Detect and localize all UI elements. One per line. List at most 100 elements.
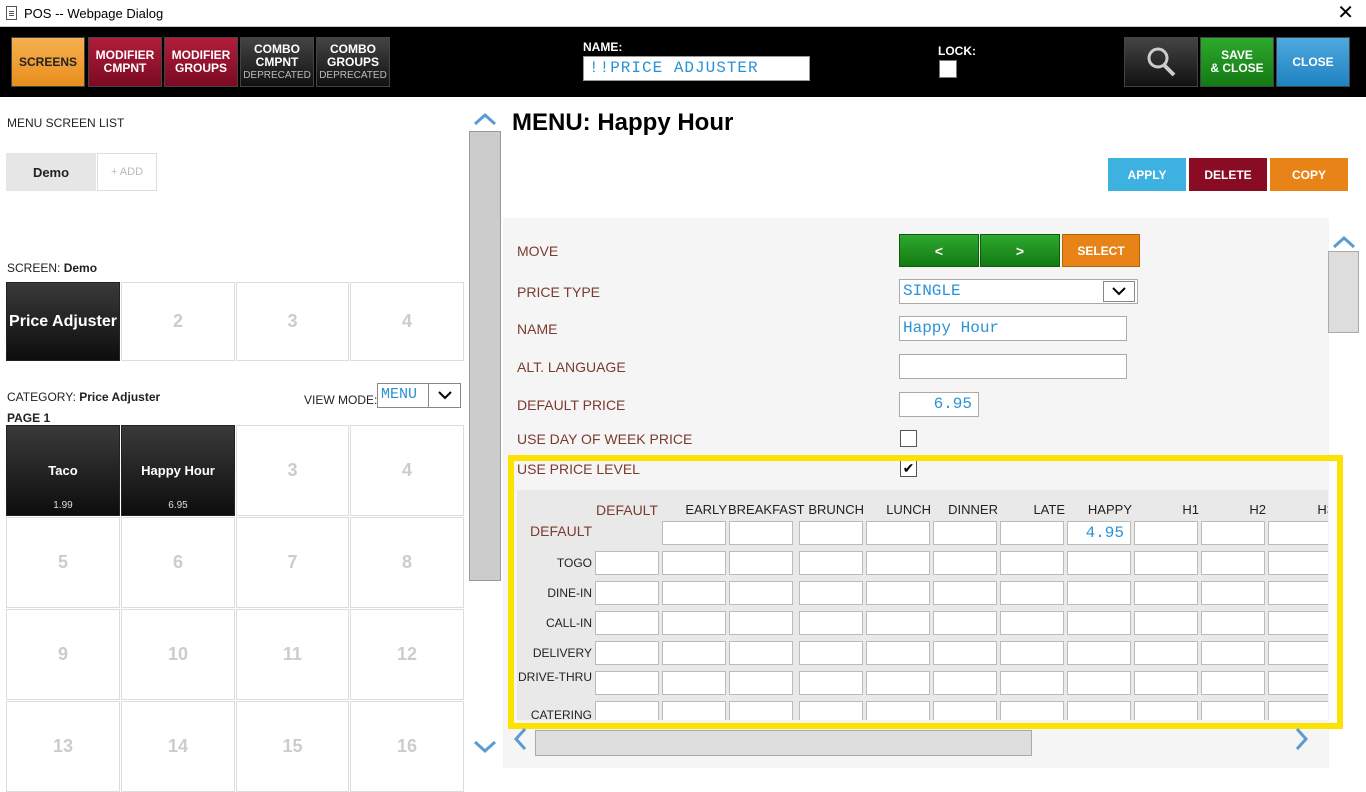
price-level-input[interactable] <box>933 671 997 695</box>
price-level-input[interactable] <box>1268 551 1328 575</box>
price-level-input[interactable] <box>729 701 793 720</box>
name-input[interactable]: !!PRICE ADJUSTER <box>583 56 810 81</box>
chevron-up-icon[interactable] <box>473 107 497 131</box>
price-level-input[interactable] <box>866 671 930 695</box>
price-level-input[interactable] <box>866 551 930 575</box>
price-level-input[interactable] <box>1134 551 1198 575</box>
price-level-input[interactable] <box>1268 521 1328 545</box>
scroll-thumb[interactable] <box>535 730 1032 756</box>
menu-item-taco[interactable]: Taco 1.99 <box>6 425 120 516</box>
item-cell[interactable]: 13 <box>6 701 120 792</box>
price-level-input[interactable] <box>1000 641 1064 665</box>
price-level-input[interactable] <box>595 611 659 635</box>
price-level-input[interactable] <box>1067 581 1131 605</box>
delete-button[interactable]: DELETE <box>1189 158 1267 191</box>
price-level-input[interactable] <box>1067 701 1131 720</box>
price-level-input[interactable] <box>595 671 659 695</box>
modifier-groups-button[interactable]: MODIFIER GROUPS <box>164 37 238 87</box>
chevron-left-icon[interactable] <box>513 727 527 758</box>
item-cell[interactable]: 6 <box>121 517 235 608</box>
modifier-cmpnt-button[interactable]: MODIFIER CMPNT <box>88 37 162 87</box>
chevron-down-icon[interactable] <box>473 735 497 759</box>
price-level-input[interactable] <box>1067 551 1131 575</box>
price-level-input[interactable] <box>1268 701 1328 720</box>
combo-cmpnt-button[interactable]: COMBO CMPNT DEPRECATED <box>240 37 314 87</box>
price-level-input[interactable] <box>1000 701 1064 720</box>
item-cell[interactable]: 9 <box>6 609 120 700</box>
price-level-input[interactable] <box>1134 671 1198 695</box>
price-level-input[interactable] <box>662 581 726 605</box>
price-level-input[interactable] <box>1201 581 1265 605</box>
item-cell[interactable]: 12 <box>350 609 464 700</box>
price-level-input[interactable] <box>1134 611 1198 635</box>
lock-checkbox[interactable] <box>939 60 957 78</box>
price-level-input[interactable] <box>799 581 863 605</box>
price-level-input[interactable] <box>866 701 930 720</box>
use-dow-price-checkbox[interactable] <box>900 430 917 447</box>
price-level-input[interactable] <box>729 671 793 695</box>
item-cell[interactable]: 14 <box>121 701 235 792</box>
item-cell[interactable]: 7 <box>236 517 349 608</box>
price-level-input[interactable] <box>1000 521 1064 545</box>
price-level-input[interactable] <box>1067 611 1131 635</box>
alt-language-input[interactable] <box>899 354 1127 379</box>
price-level-input[interactable] <box>799 521 863 545</box>
item-cell[interactable]: 16 <box>350 701 464 792</box>
add-screen-button[interactable]: + ADD <box>97 153 157 191</box>
price-level-input[interactable] <box>662 641 726 665</box>
left-scrollbar[interactable] <box>469 97 503 768</box>
screen-cell[interactable]: 4 <box>350 282 464 361</box>
price-level-input[interactable] <box>729 521 793 545</box>
select-button[interactable]: SELECT <box>1062 234 1140 267</box>
price-level-input[interactable] <box>933 641 997 665</box>
scroll-thumb[interactable] <box>1328 251 1359 333</box>
window-close-icon[interactable]: ✕ <box>1337 2 1354 24</box>
screen-cell[interactable]: 3 <box>236 282 349 361</box>
item-cell[interactable]: 15 <box>236 701 349 792</box>
price-level-input[interactable] <box>933 611 997 635</box>
item-cell[interactable]: 8 <box>350 517 464 608</box>
price-type-select[interactable]: SINGLE <box>899 279 1138 304</box>
screen-cell-price-adjuster[interactable]: Price Adjuster <box>6 282 120 361</box>
price-level-input[interactable] <box>799 641 863 665</box>
apply-button[interactable]: APPLY <box>1108 158 1186 191</box>
save-close-button[interactable]: SAVE & CLOSE <box>1200 37 1274 87</box>
item-cell[interactable]: 10 <box>121 609 235 700</box>
screen-tab-demo[interactable]: Demo <box>6 153 96 191</box>
price-level-input[interactable] <box>1201 551 1265 575</box>
price-level-input[interactable] <box>1000 611 1064 635</box>
price-level-input[interactable] <box>866 611 930 635</box>
price-level-input[interactable] <box>866 521 930 545</box>
price-level-input[interactable] <box>595 641 659 665</box>
item-name-input[interactable]: Happy Hour <box>899 316 1127 341</box>
menu-item-happy-hour[interactable]: Happy Hour 6.95 <box>121 425 235 516</box>
combo-groups-button[interactable]: COMBO GROUPS DEPRECATED <box>316 37 390 87</box>
price-level-input[interactable] <box>1134 521 1198 545</box>
price-level-input[interactable] <box>1201 701 1265 720</box>
item-cell[interactable]: 4 <box>350 425 464 516</box>
price-level-input[interactable] <box>662 551 726 575</box>
price-level-input[interactable] <box>595 701 659 720</box>
price-level-input[interactable] <box>729 641 793 665</box>
copy-button[interactable]: COPY <box>1270 158 1348 191</box>
price-level-input[interactable] <box>933 551 997 575</box>
price-level-input[interactable] <box>1067 671 1131 695</box>
price-level-input[interactable] <box>1134 581 1198 605</box>
price-level-input[interactable] <box>595 581 659 605</box>
price-level-input[interactable] <box>799 551 863 575</box>
price-level-input[interactable] <box>1201 611 1265 635</box>
price-level-input[interactable] <box>662 671 726 695</box>
price-level-input[interactable] <box>729 551 793 575</box>
right-scrollbar[interactable] <box>1328 218 1360 718</box>
price-level-input[interactable] <box>595 551 659 575</box>
price-level-input[interactable] <box>1000 581 1064 605</box>
price-level-input[interactable] <box>933 701 997 720</box>
view-mode-select[interactable]: MENU <box>377 383 461 408</box>
move-next-button[interactable]: > <box>980 234 1060 267</box>
price-level-input[interactable] <box>1268 581 1328 605</box>
price-level-input[interactable] <box>933 521 997 545</box>
price-level-input[interactable] <box>1268 611 1328 635</box>
screen-cell[interactable]: 2 <box>121 282 235 361</box>
price-level-input[interactable]: 4.95 <box>1067 521 1131 545</box>
price-level-input[interactable] <box>662 521 726 545</box>
